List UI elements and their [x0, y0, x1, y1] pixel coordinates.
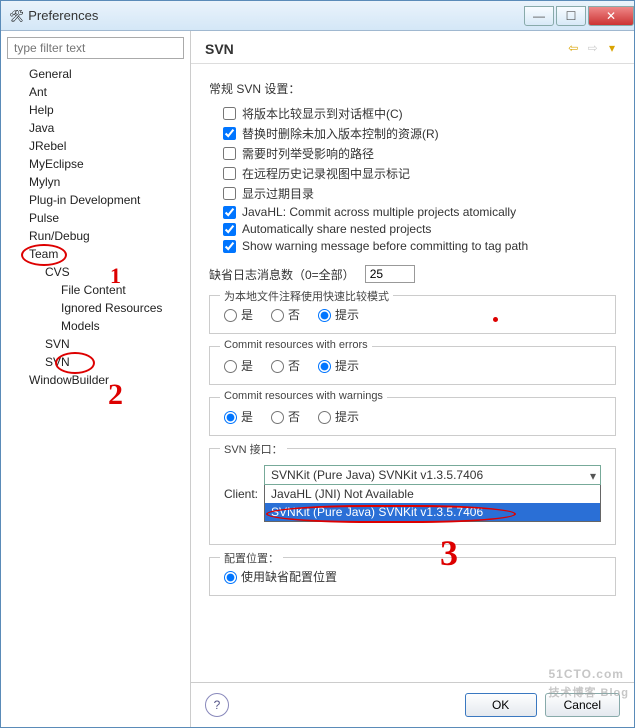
- commit-errors-group: Commit resources with errors 是否提示: [209, 346, 616, 385]
- checkbox-option[interactable]: 显示过期目录: [209, 185, 616, 202]
- radio-option[interactable]: 是: [224, 308, 253, 322]
- checkbox-option[interactable]: 替换时删除未加入版本控制的资源(R): [209, 125, 616, 142]
- close-button[interactable]: ✕: [588, 6, 634, 26]
- content-header: SVN ⇦ ⇨ ▾: [191, 31, 634, 64]
- radio-option[interactable]: 否: [271, 410, 300, 424]
- radio-option[interactable]: 提示: [318, 308, 359, 322]
- radio-option[interactable]: 是: [224, 410, 253, 424]
- forward-icon[interactable]: ⇨: [585, 41, 601, 57]
- tree-item-run-debug[interactable]: Run/Debug: [7, 227, 184, 245]
- tree-item-help[interactable]: Help: [7, 101, 184, 119]
- chevron-down-icon: ▾: [590, 469, 596, 483]
- app-icon: 🛠: [9, 9, 24, 23]
- tree-item-svn[interactable]: SVN: [7, 353, 184, 371]
- radio-option[interactable]: 是: [224, 359, 253, 373]
- compare-legend: 为本地文件注释使用快速比较模式: [220, 288, 393, 304]
- tree-item-mylyn[interactable]: Mylyn: [7, 173, 184, 191]
- logcount-label: 缺省日志消息数（0=全部）: [209, 266, 355, 283]
- svn-interface-group: SVN 接口： Client: SVNKit (Pure Java) SVNKi…: [209, 448, 616, 545]
- interface-legend: SVN 接口：: [220, 441, 287, 457]
- tree-item-cvs[interactable]: CVS: [7, 263, 184, 281]
- commit-warnings-group: Commit resources with warnings 是否提示: [209, 397, 616, 436]
- ok-button[interactable]: OK: [465, 693, 537, 717]
- config-location-group: 配置位置： 使用缺省配置位置: [209, 557, 616, 596]
- dropdown-option[interactable]: JavaHL (JNI) Not Available: [265, 485, 600, 503]
- filter-input[interactable]: [7, 37, 184, 59]
- checkbox-option[interactable]: JavaHL: Commit across multiple projects …: [209, 205, 616, 219]
- titlebar[interactable]: 🛠 Preferences — ☐ ✕: [1, 1, 634, 31]
- tree-item-ignored-resources[interactable]: Ignored Resources: [7, 299, 184, 317]
- use-default-config-radio[interactable]: 使用缺省配置位置: [224, 570, 337, 584]
- tree-item-svn[interactable]: SVN: [7, 335, 184, 353]
- content-pane: SVN ⇦ ⇨ ▾ 常规 SVN 设置： 将版本比较显示到对话框中(C) 替换时删…: [191, 31, 634, 727]
- checkbox-option[interactable]: 在远程历史记录视图中显示标记: [209, 165, 616, 182]
- tree-item-pulse[interactable]: Pulse: [7, 209, 184, 227]
- menu-icon[interactable]: ▾: [604, 41, 620, 57]
- errors-legend: Commit resources with errors: [220, 339, 372, 351]
- tree-item-windowbuilder[interactable]: WindowBuilder: [7, 371, 184, 389]
- checkbox-option[interactable]: Automatically share nested projects: [209, 222, 616, 236]
- tree-item-models[interactable]: Models: [7, 317, 184, 335]
- checkbox-option[interactable]: 需要时列举受影响的路径: [209, 145, 616, 162]
- tree-item-java[interactable]: Java: [7, 119, 184, 137]
- window-title: Preferences: [24, 8, 522, 23]
- tree-item-file-content[interactable]: File Content: [7, 281, 184, 299]
- config-legend: 配置位置：: [220, 550, 283, 566]
- checkbox-option[interactable]: 将版本比较显示到对话框中(C): [209, 105, 616, 122]
- client-dropdown[interactable]: SVNKit (Pure Java) SVNKit v1.3.5.7406 ▾: [264, 465, 601, 485]
- tree-item-plug-in-development[interactable]: Plug-in Development: [7, 191, 184, 209]
- client-dropdown-list: JavaHL (JNI) Not AvailableSVNKit (Pure J…: [264, 485, 601, 522]
- radio-option[interactable]: 否: [271, 359, 300, 373]
- tree-item-jrebel[interactable]: JRebel: [7, 137, 184, 155]
- dropdown-option[interactable]: SVNKit (Pure Java) SVNKit v1.3.5.7406: [265, 503, 600, 521]
- radio-option[interactable]: 提示: [318, 410, 359, 424]
- maximize-button[interactable]: ☐: [556, 6, 586, 26]
- page-title: SVN: [205, 41, 565, 57]
- help-button[interactable]: ?: [205, 693, 229, 717]
- dialog-buttons: ? OK Cancel: [191, 682, 634, 727]
- tree-item-general[interactable]: General: [7, 65, 184, 83]
- minimize-button[interactable]: —: [524, 6, 554, 26]
- tree-item-ant[interactable]: Ant: [7, 83, 184, 101]
- tree-item-myeclipse[interactable]: MyEclipse: [7, 155, 184, 173]
- general-section-label: 常规 SVN 设置：: [209, 80, 616, 97]
- client-selected: SVNKit (Pure Java) SVNKit v1.3.5.7406: [265, 466, 600, 484]
- preferences-window: 🛠 Preferences — ☐ ✕ GeneralAntHelpJavaJR…: [0, 0, 635, 728]
- sidebar: GeneralAntHelpJavaJRebelMyEclipseMylynPl…: [1, 31, 191, 727]
- checkbox-option[interactable]: Show warning message before committing t…: [209, 239, 616, 253]
- annotation-dot: [493, 317, 498, 322]
- preferences-tree: GeneralAntHelpJavaJRebelMyEclipseMylynPl…: [7, 65, 184, 721]
- settings-panel: 常规 SVN 设置： 将版本比较显示到对话框中(C) 替换时删除未加入版本控制的资…: [191, 64, 634, 682]
- radio-option[interactable]: 提示: [318, 359, 359, 373]
- tree-item-team[interactable]: Team: [7, 245, 184, 263]
- back-icon[interactable]: ⇦: [565, 41, 581, 57]
- cancel-button[interactable]: Cancel: [545, 693, 620, 717]
- warnings-legend: Commit resources with warnings: [220, 390, 387, 402]
- radio-option[interactable]: 否: [271, 308, 300, 322]
- logcount-input[interactable]: [365, 265, 415, 283]
- compare-mode-group: 为本地文件注释使用快速比较模式 是否提示: [209, 295, 616, 334]
- client-label: Client:: [224, 487, 258, 501]
